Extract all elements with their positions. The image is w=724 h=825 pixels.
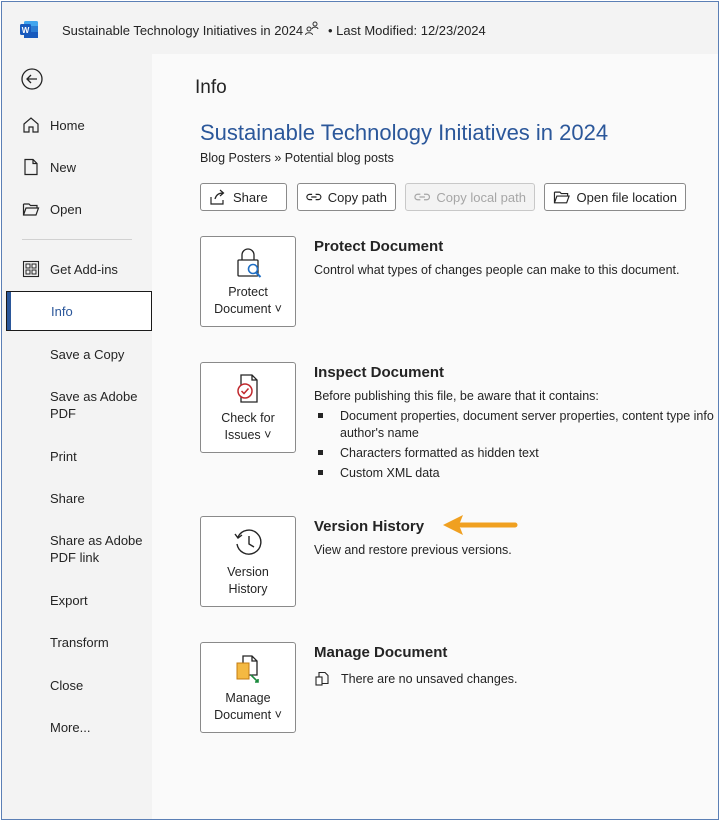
open-file-location-label: Open file location (576, 189, 677, 205)
sidebar-item-open[interactable]: Open (22, 200, 82, 218)
breadcrumb[interactable]: Blog Posters » Potential blog posts (200, 151, 394, 165)
sidebar-item-label: Info (51, 304, 73, 319)
manage-document-label: Manage Document ˅ (214, 691, 282, 722)
version-history-description: View and restore previous versions. (314, 543, 512, 557)
page-title: Info (195, 77, 227, 98)
protect-document-description: Control what types of changes people can… (314, 263, 680, 277)
inspect-document-description: Before publishing this file, be aware th… (314, 389, 599, 403)
manage-document-title: Manage Document (314, 644, 448, 661)
sidebar-item-label: Get Add-ins (50, 261, 118, 277)
manage-document-description: There are no unsaved changes. (341, 672, 518, 686)
title-bar: W Sustainable Technology Initiatives in … (2, 2, 718, 54)
link-icon (414, 193, 430, 201)
document-name-heading: Sustainable Technology Initiatives in 20… (200, 120, 609, 145)
selected-indicator (7, 292, 11, 330)
add-ins-grid-icon (22, 260, 40, 278)
sidebar-item-share[interactable]: Share (50, 490, 85, 507)
sidebar-item-more[interactable]: More... (50, 719, 90, 736)
folder-open-icon (553, 191, 570, 204)
sidebar-item-export[interactable]: Export (50, 592, 88, 609)
sidebar-item-share-as-adobe-pdf-link[interactable]: Share as Adobe PDF link (50, 532, 145, 566)
unsaved-changes-icon (315, 671, 329, 686)
share-button[interactable]: Share (200, 183, 287, 211)
sidebar-item-close[interactable]: Close (50, 677, 83, 694)
sidebar-item-save-a-copy[interactable]: Save a Copy (50, 346, 124, 363)
version-history-title: Version History (314, 518, 425, 535)
sidebar-item-new[interactable]: New (22, 158, 76, 176)
inspect-document-title: Inspect Document (314, 364, 445, 381)
check-for-issues-button[interactable]: Check for Issues ˅ (200, 362, 296, 453)
bullet-square (318, 450, 323, 455)
bullet-square (318, 470, 323, 475)
share-icon (210, 189, 225, 205)
app-window: W Sustainable Technology Initiatives in … (1, 1, 719, 820)
home-icon (22, 116, 40, 134)
sidebar-item-label: New (50, 159, 77, 175)
last-modified-text: • Last Modified: 12/23/2024 (328, 23, 486, 38)
document-title: Sustainable Technology Initiatives in 20… (62, 23, 304, 38)
sidebar-item-label: Home (50, 117, 85, 133)
sidebar-item-print[interactable]: Print (50, 448, 77, 465)
manage-document-icon (236, 655, 259, 683)
sidebar-item-transform[interactable]: Transform (50, 634, 109, 651)
copy-local-path-label: Copy local path (436, 189, 526, 205)
protect-document-label: Protect Document ˅ (214, 285, 282, 316)
copy-local-path-button[interactable]: Copy local path (405, 183, 535, 211)
version-history-button[interactable]: Version History (200, 516, 296, 607)
word-logo-icon: W (20, 21, 38, 38)
inspect-document-icon (237, 374, 258, 403)
folder-open-icon (22, 200, 40, 218)
callout-arrow-icon (443, 515, 518, 535)
sidebar-item-info[interactable]: Info (6, 291, 152, 331)
sidebar-item-save-as-adobe-pdf[interactable]: Save as Adobe PDF (50, 388, 145, 422)
sidebar-item-get-add-ins[interactable]: Get Add-ins (22, 260, 118, 278)
sidebar-divider (22, 239, 132, 240)
link-icon (306, 193, 322, 201)
shared-people-icon[interactable] (304, 20, 320, 36)
back-arrow-icon[interactable] (21, 68, 43, 90)
protect-document-button[interactable]: Protect Document ˅ (200, 236, 296, 327)
bullet-square (318, 413, 323, 418)
sidebar-item-label: Open (50, 201, 82, 217)
sidebar-item-home[interactable]: Home (22, 116, 85, 134)
copy-path-label: Copy path (327, 189, 387, 205)
check-for-issues-label: Check for Issues ˅ (221, 411, 275, 442)
svg-text:W: W (22, 26, 30, 35)
share-button-label: Share (233, 189, 268, 205)
info-pane: Info Sustainable Technology Initiatives … (152, 54, 718, 819)
manage-document-button[interactable]: Manage Document ˅ (200, 642, 296, 733)
history-clock-icon (234, 529, 262, 555)
protect-document-title: Protect Document (314, 238, 444, 255)
open-file-location-button[interactable]: Open file location (544, 183, 686, 211)
lock-magnifier-icon (237, 248, 262, 278)
backstage-sidebar: Home New Open Get Add-ins Info Save a Co… (2, 54, 152, 819)
new-document-icon (22, 158, 40, 176)
copy-path-button[interactable]: Copy path (297, 183, 396, 211)
version-history-label: Version History (227, 565, 269, 596)
